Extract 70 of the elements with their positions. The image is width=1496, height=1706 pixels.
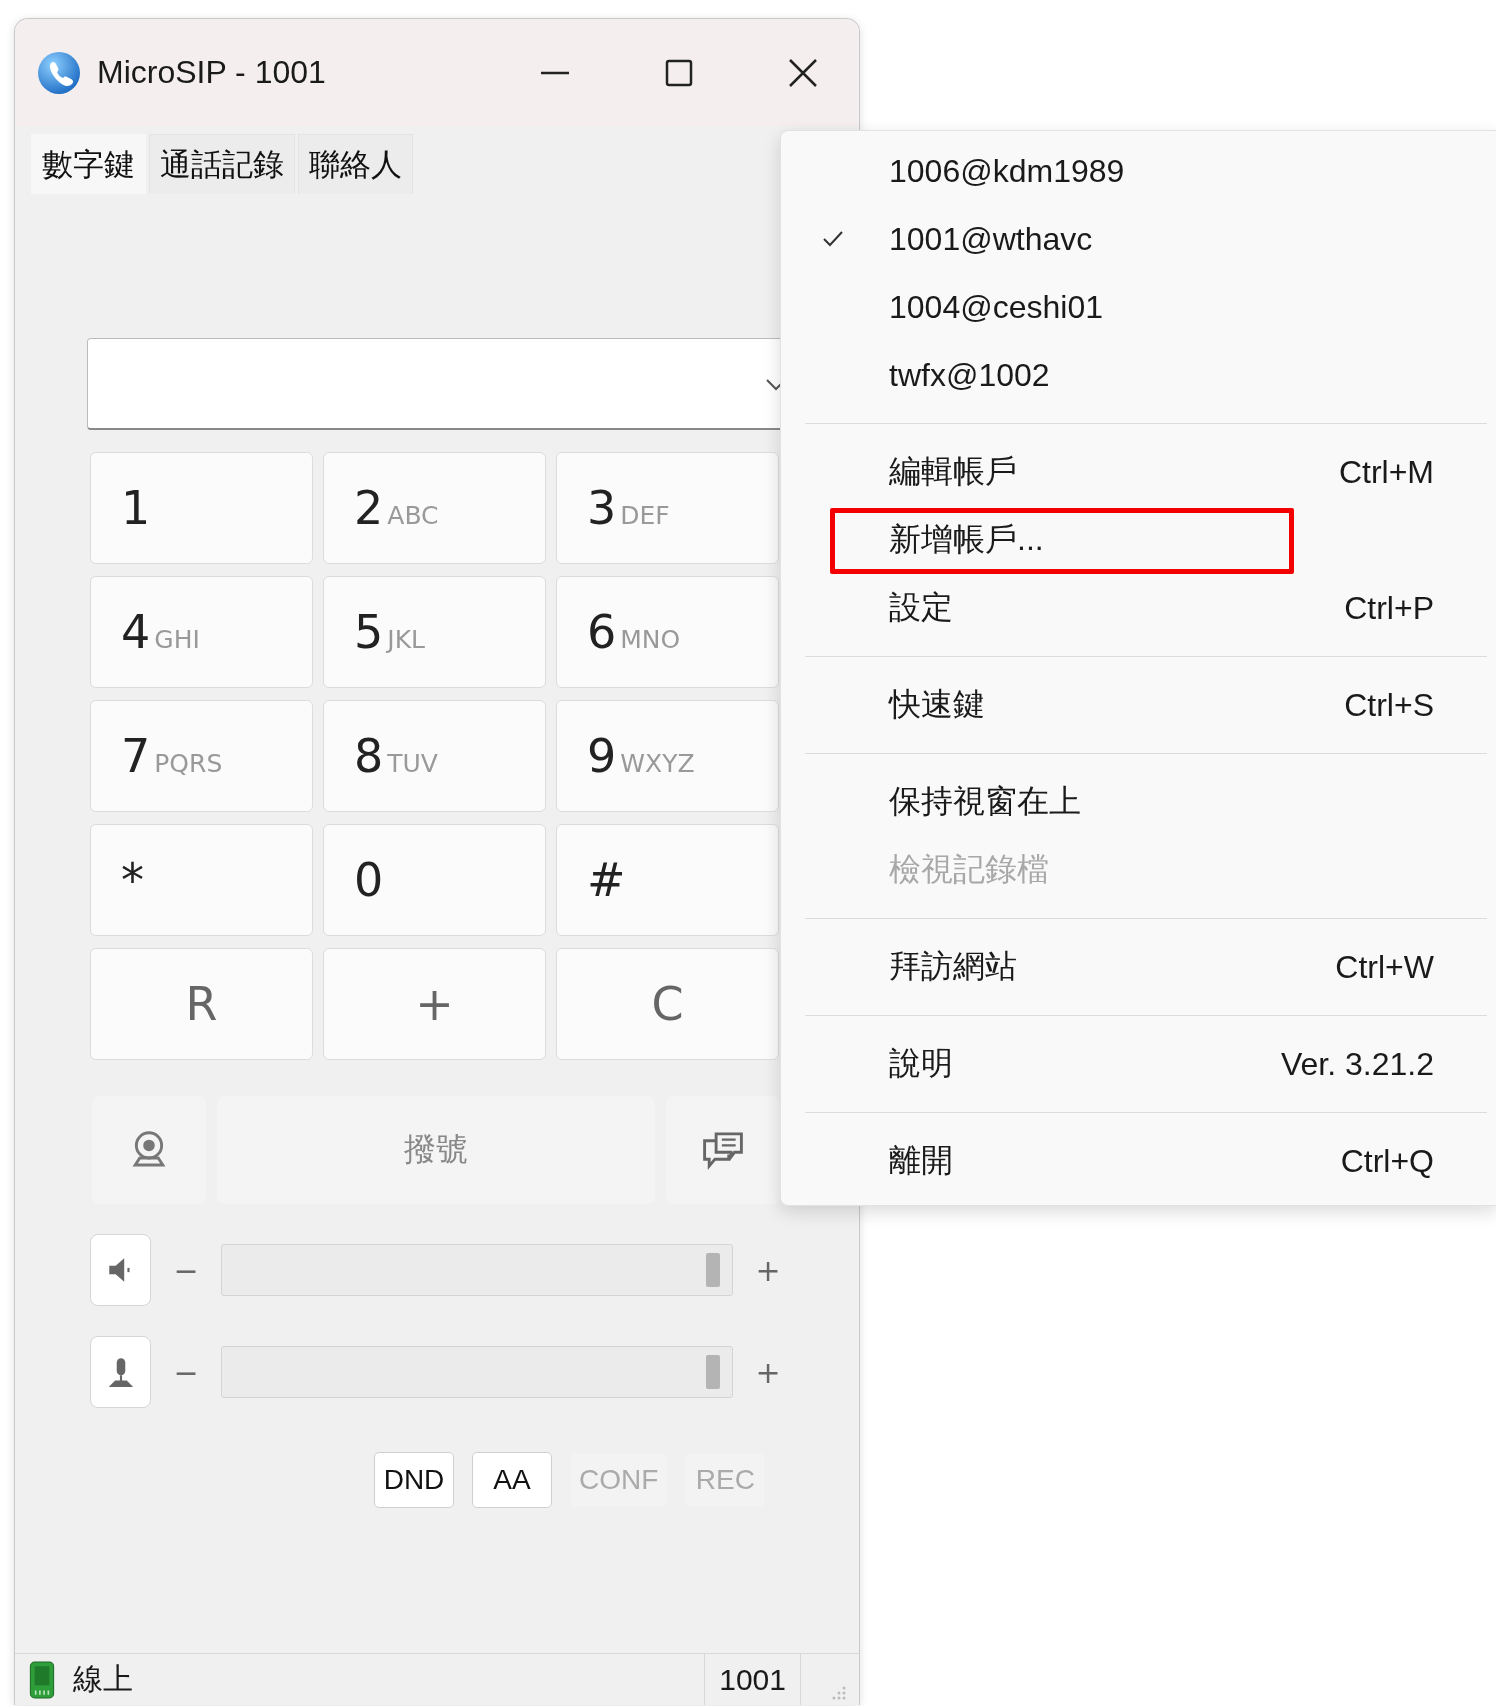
menu-item[interactable]: 保持視窗在上 — [781, 768, 1496, 836]
dial-key[interactable]: * — [90, 824, 313, 936]
speaker-volume-slider[interactable] — [221, 1244, 733, 1296]
shortcut-label: Ctrl+Q — [1340, 1142, 1434, 1180]
menu-item-label: 設定 — [889, 588, 953, 627]
menu-item-label: 快速鍵 — [889, 685, 985, 724]
dial-key[interactable]: 1 — [90, 452, 313, 564]
slider-thumb[interactable] — [705, 1253, 720, 1287]
menu-item-label: 保持視窗在上 — [889, 782, 1081, 821]
shortcut-label: Ver. 3.21.2 — [1281, 1045, 1434, 1083]
online-status-icon — [29, 1660, 55, 1699]
dial-key[interactable]: 4 GHI — [90, 576, 313, 688]
shortcut-label: Ctrl+W — [1335, 948, 1434, 986]
menu-item[interactable]: 離開 Ctrl+Q — [781, 1127, 1496, 1195]
dial-key[interactable]: 0 — [323, 824, 546, 936]
plus-label: + — [754, 1354, 782, 1390]
dial-key[interactable]: 6 MNO — [556, 576, 779, 688]
dial-key[interactable]: 9 WXYZ — [556, 700, 779, 812]
dial-key[interactable]: # — [556, 824, 779, 936]
phone-logo-icon — [37, 50, 81, 95]
microphone-volume-slider[interactable] — [221, 1346, 733, 1398]
menu-item-label: 檢視記錄檔 — [889, 850, 1049, 889]
menu-item[interactable]: 說明 Ver. 3.21.2 — [781, 1030, 1496, 1098]
menu-item-label: 1001@wthavc — [889, 220, 1093, 258]
window-title: MicroSIP - 1001 — [97, 54, 326, 91]
menu-item-label: 1004@ceshi01 — [889, 288, 1103, 326]
shortcut-label: Ctrl+S — [1344, 686, 1434, 724]
menu-item-label: 說明 — [889, 1044, 953, 1083]
dial-key[interactable]: R — [90, 948, 313, 1060]
menu-item[interactable]: 拜訪網站 Ctrl+W — [781, 933, 1496, 1001]
dial-key[interactable]: C — [556, 948, 779, 1060]
status-text: 線上 — [73, 1660, 133, 1698]
dial-key[interactable]: 8 TUV — [323, 700, 546, 812]
toggle-button[interactable]: AA — [472, 1452, 552, 1508]
slider-thumb[interactable] — [705, 1355, 720, 1389]
minus-label: − — [172, 1354, 200, 1390]
menu-item[interactable]: 快速鍵 Ctrl+S — [781, 671, 1496, 739]
menu-item-label: 新增帳戶... — [889, 520, 1044, 559]
menu-item[interactable]: twfx@1002 — [781, 341, 1496, 409]
check-icon — [821, 229, 845, 249]
plus-label: + — [754, 1252, 782, 1288]
menu-item-label: 1006@kdm1989 — [889, 152, 1125, 190]
menu-item-label: 離開 — [889, 1141, 953, 1180]
resize-grip-icon[interactable] — [831, 1685, 847, 1701]
tab[interactable]: 數字鍵 — [31, 134, 146, 194]
shortcut-label: Ctrl+M — [1338, 453, 1434, 491]
menu-item-label: twfx@1002 — [889, 356, 1050, 394]
menu-item-label: 編輯帳戶 — [889, 452, 1017, 491]
dial-key[interactable]: 7 PQRS — [90, 700, 313, 812]
dial-key[interactable]: 3 DEF — [556, 452, 779, 564]
menu-item[interactable]: 設定 Ctrl+P — [781, 574, 1496, 642]
tab[interactable]: 通話記錄 — [149, 134, 295, 194]
dial-key[interactable]: + — [323, 948, 546, 1060]
tab[interactable]: 聯絡人 — [298, 134, 413, 194]
message-button[interactable] — [666, 1096, 780, 1204]
video-call-button[interactable] — [92, 1096, 206, 1204]
minus-label: − — [172, 1252, 200, 1288]
menu-item[interactable]: 1006@kdm1989 — [781, 137, 1496, 205]
shortcut-label: Ctrl+P — [1344, 589, 1434, 627]
speaker-button[interactable] — [90, 1234, 151, 1306]
dial-key[interactable]: 2 ABC — [323, 452, 546, 564]
menu-item[interactable]: 1001@wthavc — [781, 205, 1496, 273]
menu-item[interactable]: 新增帳戶... — [781, 506, 1496, 574]
account-label: 1001 — [704, 1654, 801, 1705]
menu-item-label: 拜訪網站 — [889, 947, 1017, 986]
dial-key[interactable]: 5 JKL — [323, 576, 546, 688]
menu-item[interactable]: 編輯帳戶 Ctrl+M — [781, 438, 1496, 506]
microphone-button[interactable] — [90, 1336, 151, 1408]
menu-item[interactable]: 1004@ceshi01 — [781, 273, 1496, 341]
toggle-button[interactable]: DND — [374, 1452, 454, 1508]
